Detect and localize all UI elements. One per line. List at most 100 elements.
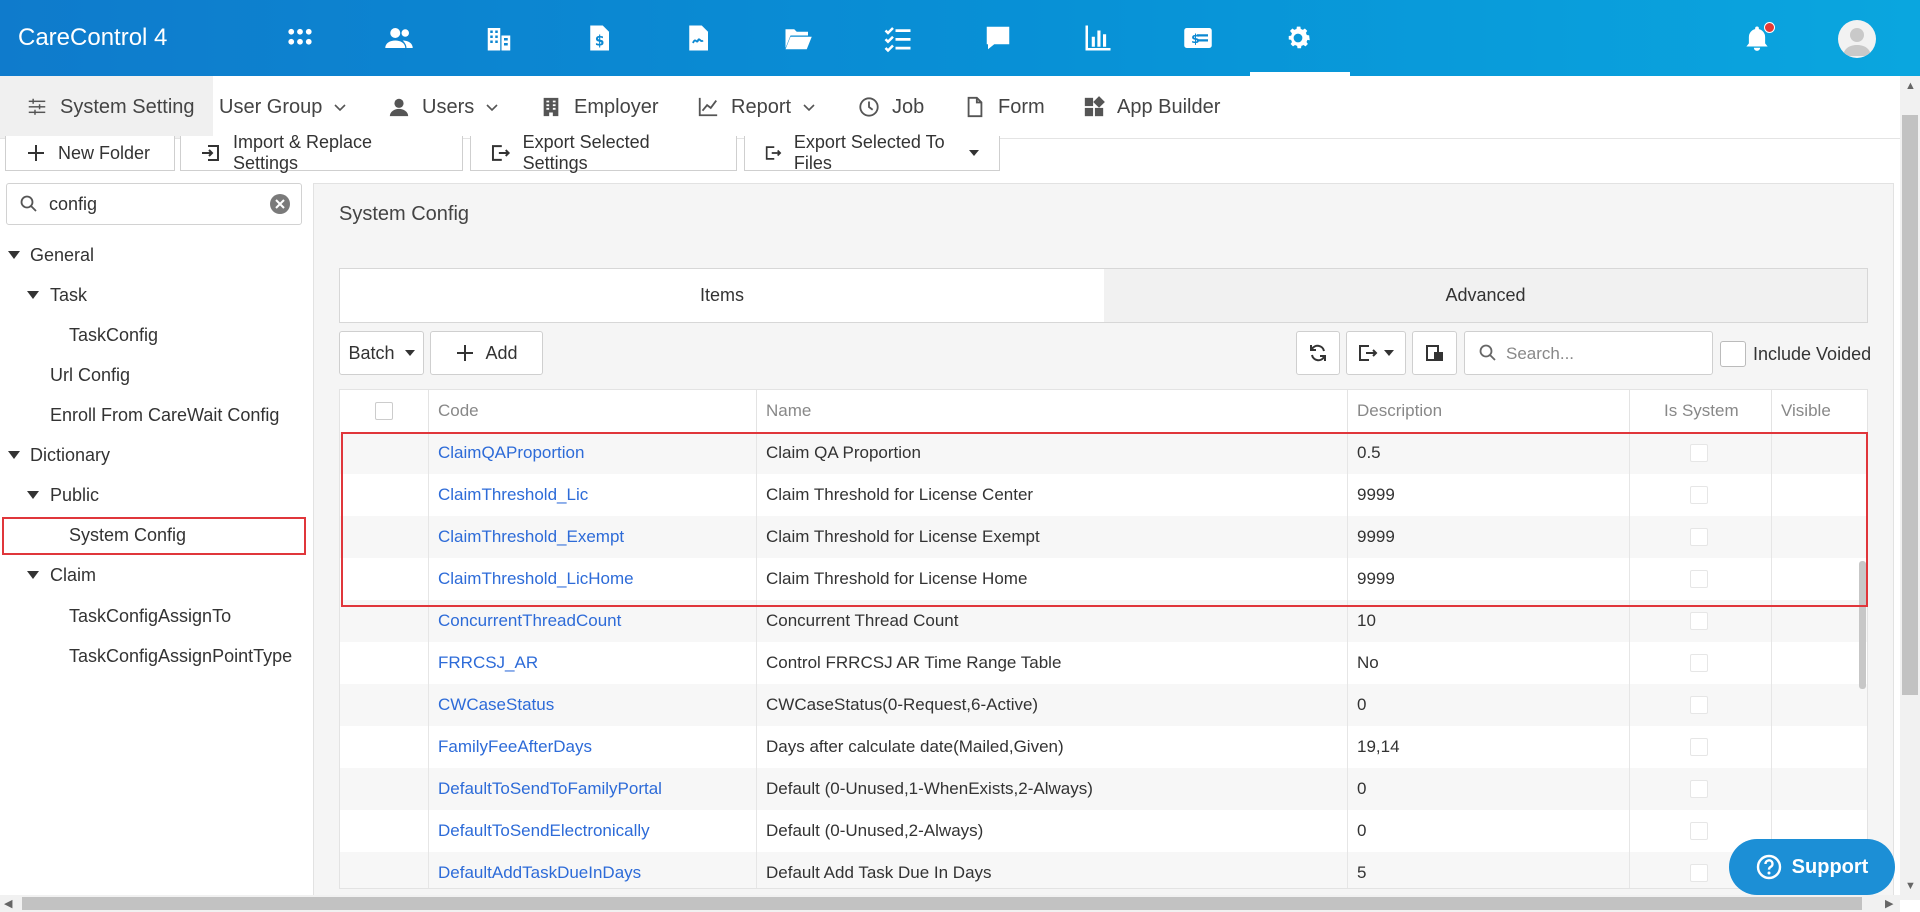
is-system-checkbox[interactable]	[1690, 822, 1708, 840]
is-system-checkbox[interactable]	[1690, 612, 1708, 630]
column-header-is-system[interactable]: Is System	[1630, 390, 1772, 432]
notification-dot	[1764, 22, 1775, 33]
nav-form[interactable]: Form	[964, 92, 1045, 122]
table-row[interactable]: FRRCSJ_AR Control FRRCSJ AR Time Range Ta…	[340, 642, 1867, 684]
avatar[interactable]	[1838, 20, 1876, 58]
expand-caret-icon[interactable]	[27, 291, 39, 299]
export-to-files-button[interactable]: Export Selected To Files	[744, 132, 1000, 173]
code-link[interactable]: FamilyFeeAfterDays	[429, 726, 757, 768]
is-system-checkbox[interactable]	[1690, 654, 1708, 672]
tree-node-claim[interactable]: Claim	[50, 563, 96, 587]
plus-icon	[457, 345, 474, 361]
scroll-right-arrow-icon[interactable]: ▶	[1885, 897, 1893, 910]
tree-node-assign-to[interactable]: TaskConfigAssignTo	[69, 604, 231, 628]
table-row[interactable]: FamilyFeeAfterDays Days after calculate d…	[340, 726, 1867, 768]
search-placeholder: Search...	[1506, 344, 1575, 363]
plus-icon	[28, 145, 44, 161]
tree-node-dictionary[interactable]: Dictionary	[30, 443, 110, 467]
building-icon[interactable]	[481, 20, 517, 56]
batch-label: Batch	[348, 342, 395, 363]
name-cell: CWCaseStatus(0-Request,6-Active)	[757, 684, 1348, 726]
folder-icon[interactable]	[780, 20, 816, 56]
column-header-visible[interactable]: Visible	[1772, 390, 1867, 432]
export-grid-dropdown[interactable]	[1346, 331, 1406, 375]
app-title[interactable]: CareControl 4	[18, 24, 167, 52]
column-chooser-button[interactable]	[1412, 331, 1457, 375]
grid-icon[interactable]	[282, 20, 318, 56]
tab-items[interactable]: Items	[340, 269, 1105, 322]
code-link[interactable]: CWCaseStatus	[429, 684, 757, 726]
scroll-left-arrow-icon[interactable]: ◀	[4, 897, 12, 910]
table-row[interactable]: DefaultAddTaskDueInDays Default Add Task …	[340, 852, 1867, 888]
code-link[interactable]: FRRCSJ_AR	[429, 642, 757, 684]
export-selected-button[interactable]: Export Selected Settings	[470, 132, 737, 173]
column-header-description[interactable]: Description	[1348, 390, 1630, 432]
is-system-checkbox[interactable]	[1690, 780, 1708, 798]
is-system-checkbox[interactable]	[1690, 738, 1708, 756]
new-folder-button[interactable]: New Folder	[5, 136, 175, 171]
refresh-button[interactable]	[1296, 331, 1340, 375]
is-system-checkbox[interactable]	[1690, 696, 1708, 714]
include-voided-label: Include Voided	[1753, 344, 1872, 364]
caret-down-icon	[404, 350, 415, 356]
table-row[interactable]: CWCaseStatus CWCaseStatus(0-Request,6-Act…	[340, 684, 1867, 726]
nav-system-setting[interactable]: System Setting	[0, 76, 213, 138]
tree-node-task[interactable]: Task	[50, 283, 87, 307]
include-voided-checkbox[interactable]	[1720, 341, 1746, 367]
add-button[interactable]: Add	[430, 331, 543, 375]
search-icon	[1479, 344, 1496, 361]
export-selected-label: Export Selected Settings	[522, 132, 650, 173]
scroll-up-arrow-icon[interactable]: ▲	[1905, 80, 1916, 92]
signature-document-icon[interactable]	[680, 20, 716, 56]
nav-report[interactable]: Report	[697, 92, 827, 122]
batch-dropdown-button[interactable]: Batch	[339, 331, 424, 375]
nav-app-builder[interactable]: App Builder	[1083, 92, 1220, 122]
table-row[interactable]: DefaultToSendToFamilyPortal Default (0-Un…	[340, 768, 1867, 810]
expand-caret-icon[interactable]	[27, 491, 39, 499]
tree-search-input[interactable]: config	[6, 183, 302, 225]
name-cell: Control FRRCSJ AR Time Range Table	[757, 642, 1348, 684]
tree-node-assign-point-type[interactable]: TaskConfigAssignPointType	[69, 644, 292, 668]
import-replace-button[interactable]: Import & Replace Settings	[180, 132, 463, 173]
column-header-code[interactable]: Code	[429, 390, 757, 432]
page-vertical-scroll-thumb[interactable]	[1902, 115, 1918, 695]
chat-icon[interactable]	[980, 20, 1016, 56]
code-link[interactable]: DefaultToSendToFamilyPortal	[429, 768, 757, 810]
tree-node-public[interactable]: Public	[50, 483, 99, 507]
expand-caret-icon[interactable]	[8, 251, 20, 259]
export-icon	[491, 145, 511, 161]
support-button[interactable]: Support	[1729, 839, 1895, 895]
tree-node-url-config[interactable]: Url Config	[50, 363, 130, 387]
scroll-down-arrow-icon[interactable]: ▼	[1905, 880, 1916, 892]
people-icon[interactable]	[381, 20, 417, 56]
gear-icon[interactable]	[1280, 20, 1316, 56]
id-card-icon[interactable]: $	[1180, 20, 1216, 56]
bar-chart-icon[interactable]	[1080, 20, 1116, 56]
checklist-icon[interactable]	[880, 20, 916, 56]
clear-search-icon[interactable]	[269, 193, 291, 215]
nav-user-group[interactable]: User Group	[219, 92, 358, 122]
is-system-checkbox[interactable]	[1690, 864, 1708, 882]
page-title: System Config	[339, 203, 470, 225]
code-link[interactable]: DefaultToSendElectronically	[429, 810, 757, 852]
tree-node-taskconfig[interactable]: TaskConfig	[69, 323, 158, 347]
tree-node-enroll-config[interactable]: Enroll From CareWait Config	[50, 403, 279, 427]
page-horizontal-scroll-thumb[interactable]	[22, 897, 1862, 910]
code-link[interactable]: DefaultAddTaskDueInDays	[429, 852, 757, 888]
nav-employer[interactable]: Employer	[540, 92, 658, 122]
column-header-name[interactable]: Name	[757, 390, 1348, 432]
nav-users[interactable]: Users	[388, 92, 510, 122]
tree-node-general[interactable]: General	[30, 243, 94, 267]
nav-job[interactable]: Job	[858, 92, 924, 122]
dollar-document-icon[interactable]: $	[581, 20, 617, 56]
table-row[interactable]: DefaultToSendElectronically Default (0-Un…	[340, 810, 1867, 852]
is-system-cell	[1630, 768, 1772, 810]
tab-strip: Items Advanced	[339, 268, 1868, 323]
user-icon	[389, 98, 409, 117]
select-all-checkbox[interactable]	[375, 402, 393, 420]
expand-caret-icon[interactable]	[27, 571, 39, 579]
tab-advanced[interactable]: Advanced	[1104, 269, 1867, 322]
grid-search-input[interactable]: Search...	[1464, 331, 1713, 375]
chevron-down-icon	[486, 104, 498, 112]
expand-caret-icon[interactable]	[8, 451, 20, 459]
